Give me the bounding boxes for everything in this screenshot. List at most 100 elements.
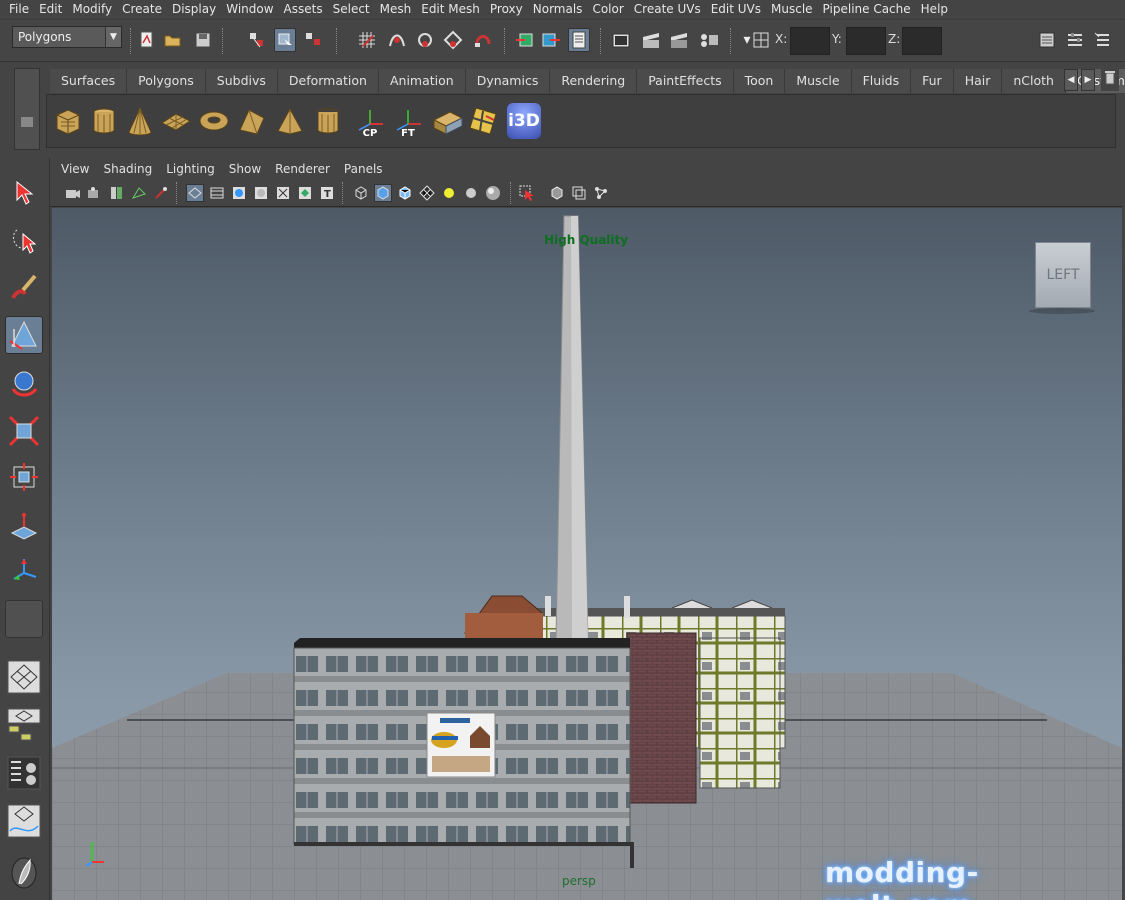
view-cube[interactable]: LEFT <box>1035 242 1091 308</box>
menu-create-uvs[interactable]: Create UVs <box>629 0 706 19</box>
channel-box-icon[interactable] <box>1092 28 1114 52</box>
open-folder-icon[interactable] <box>162 28 184 52</box>
uv-editor-icon[interactable] <box>467 103 501 139</box>
menu-create[interactable]: Create <box>117 0 167 19</box>
bookmarks-icon[interactable] <box>108 184 126 202</box>
uv-texture-icon[interactable] <box>431 103 465 139</box>
menu-assets[interactable]: Assets <box>279 0 328 19</box>
isolate-select-icon[interactable] <box>518 184 536 202</box>
move-tool-icon[interactable] <box>5 316 43 354</box>
wireframe-cube-icon[interactable] <box>352 184 370 202</box>
tab-subdivs[interactable]: Subdivs <box>205 69 278 93</box>
y-field[interactable] <box>846 27 886 55</box>
smooth-shade-icon[interactable] <box>230 184 248 202</box>
menu-mesh[interactable]: Mesh <box>375 0 417 19</box>
show-manipulator-icon[interactable] <box>5 552 43 590</box>
transform-input-icon[interactable] <box>750 28 772 52</box>
rotate-tool-icon[interactable] <box>5 364 43 402</box>
menu-muscle[interactable]: Muscle <box>766 0 818 19</box>
menu-modify[interactable]: Modify <box>67 0 117 19</box>
i3d-export-icon[interactable]: i3D <box>507 103 541 139</box>
tab-dynamics[interactable]: Dynamics <box>465 69 551 93</box>
z-field[interactable] <box>902 27 942 55</box>
xray-components-icon[interactable] <box>592 184 610 202</box>
shelf-menu-icon[interactable] <box>21 117 33 127</box>
shadows-icon[interactable] <box>484 184 502 202</box>
snap-grid-icon[interactable] <box>356 28 378 52</box>
tab-muscle[interactable]: Muscle <box>785 69 852 93</box>
render-frame-icon[interactable] <box>640 28 662 52</box>
center-pivot-icon[interactable]: CP <box>353 103 387 139</box>
menu-normals[interactable]: Normals <box>528 0 588 19</box>
panel-menu-view[interactable]: View <box>54 162 96 176</box>
menu-proxy[interactable]: Proxy <box>485 0 528 19</box>
scale-tool-icon[interactable] <box>5 412 43 450</box>
menu-select[interactable]: Select <box>328 0 375 19</box>
new-scene-icon[interactable] <box>136 28 158 52</box>
image-plane-icon[interactable] <box>130 184 148 202</box>
menu-edit[interactable]: Edit <box>34 0 67 19</box>
make-live-icon[interactable] <box>472 28 494 52</box>
panel-menu-lighting[interactable]: Lighting <box>159 162 222 176</box>
wire-on-shaded-icon[interactable] <box>396 184 414 202</box>
lasso-tool-icon[interactable] <box>5 222 43 260</box>
tab-deformation[interactable]: Deformation <box>277 69 379 93</box>
graph-editor-layout-icon[interactable] <box>5 754 43 792</box>
smooth-shaded-cube-icon[interactable] <box>374 184 392 202</box>
tab-animation[interactable]: Animation <box>378 69 466 93</box>
menu-file[interactable]: File <box>4 0 34 19</box>
two-d-pan-icon[interactable] <box>152 184 170 202</box>
textured-shade-icon[interactable] <box>296 184 314 202</box>
perspective-viewport[interactable]: High Quality LEFT persp modding-welt.com <box>52 208 1122 900</box>
shelf-options[interactable] <box>14 68 40 150</box>
outliner-layout-icon[interactable] <box>5 706 43 744</box>
tab-polygons[interactable]: Polygons <box>127 69 206 93</box>
persp-graph-layout-icon[interactable] <box>5 802 43 840</box>
menu-display[interactable]: Display <box>167 0 221 19</box>
film-gate-icon[interactable] <box>208 184 226 202</box>
tab-scroll-right-icon[interactable]: ▶ <box>1081 69 1095 91</box>
tab-surfaces[interactable]: Surfaces <box>50 69 128 93</box>
tool-settings-icon[interactable] <box>1064 28 1086 52</box>
select-tool-icon[interactable] <box>5 174 43 212</box>
menu-edit-uvs[interactable]: Edit UVs <box>706 0 766 19</box>
soft-modification-icon[interactable] <box>5 506 43 544</box>
tab-hair[interactable]: Hair <box>953 69 1003 93</box>
trash-icon[interactable] <box>1101 69 1119 91</box>
poly-prism-icon[interactable] <box>235 103 269 139</box>
snap-point-icon[interactable] <box>414 28 436 52</box>
xray-joints-icon[interactable] <box>570 184 588 202</box>
input-ops-icon[interactable] <box>514 28 536 52</box>
tab-toon[interactable]: Toon <box>733 69 786 93</box>
wireframe-shade-icon[interactable] <box>274 184 292 202</box>
snap-curve-icon[interactable] <box>386 28 408 52</box>
select-hierarchy-icon[interactable] <box>246 28 268 52</box>
all-lights-icon[interactable] <box>462 184 480 202</box>
quill-icon[interactable] <box>5 854 43 892</box>
xray-icon[interactable] <box>548 184 566 202</box>
text-display-icon[interactable]: T <box>318 184 336 202</box>
poly-torus-icon[interactable] <box>197 103 231 139</box>
poly-cylinder-icon[interactable] <box>87 103 121 139</box>
panel-menu-show[interactable]: Show <box>222 162 268 176</box>
menu-color[interactable]: Color <box>587 0 628 19</box>
tab-scroll-left-icon[interactable]: ◀ <box>1064 69 1078 91</box>
default-lighting-icon[interactable] <box>440 184 458 202</box>
output-ops-icon[interactable] <box>540 28 562 52</box>
attribute-editor-icon[interactable] <box>1036 28 1058 52</box>
grid-toggle-icon[interactable] <box>186 184 204 202</box>
universal-manipulator-icon[interactable] <box>5 458 43 496</box>
tab-fur[interactable]: Fur <box>911 69 954 93</box>
poly-plane-icon[interactable] <box>159 103 193 139</box>
panel-menu-shading[interactable]: Shading <box>96 162 159 176</box>
menu-window[interactable]: Window <box>221 0 278 19</box>
ipr-render-icon[interactable] <box>668 28 690 52</box>
poly-pyramid-icon[interactable] <box>273 103 307 139</box>
tab-rendering[interactable]: Rendering <box>550 69 638 93</box>
render-view-icon[interactable] <box>610 28 632 52</box>
paint-select-icon[interactable] <box>5 268 43 306</box>
construction-history-icon[interactable] <box>568 28 590 52</box>
chevron-down-icon[interactable]: ▼ <box>105 27 121 47</box>
poly-cone-icon[interactable] <box>123 103 157 139</box>
single-perspective-layout-icon[interactable] <box>5 658 43 696</box>
